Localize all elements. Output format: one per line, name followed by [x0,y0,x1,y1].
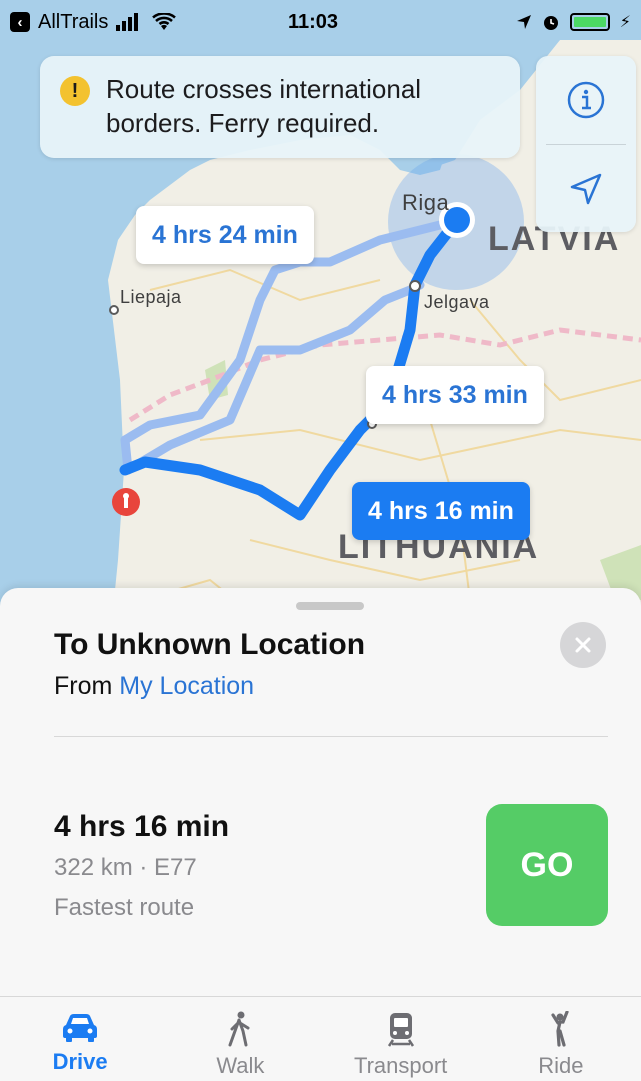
train-icon [387,1013,414,1047]
route-callout-alt-2[interactable]: 4 hrs 33 min [366,366,544,424]
status-bar: ‹ AllTrails 11:03 ⚡ [0,0,641,44]
tab-drive[interactable]: Drive [0,997,160,1081]
origin-line: From My Location [54,672,254,701]
route-note: Fastest route [54,894,195,921]
wifi-icon [152,13,177,30]
route-duration[interactable]: 4 hrs 16 min [54,810,229,844]
close-icon [575,637,591,653]
route-callout-selected[interactable]: 4 hrs 16 min [352,482,530,540]
origin-prefix: From [54,672,113,700]
exclamation-icon: ! [60,76,90,106]
transport-mode-tab-bar: Drive Walk Transport Ride [0,996,641,1081]
info-icon [567,81,605,119]
battery-icon [569,13,610,31]
destination-pin-icon [112,488,140,516]
info-button[interactable] [536,56,636,144]
destination-title: To Unknown Location [54,628,366,661]
location-arrow-icon [570,173,602,205]
tab-ride[interactable]: Ride [481,997,641,1081]
tab-transport-label: Transport [353,1053,448,1078]
map-view[interactable]: Riga Liepaja Jelgava LATVIA LITHUANIA 4 … [0,0,641,640]
tab-transport[interactable]: Transport [321,997,481,1081]
card-divider [54,736,608,737]
hail-icon [551,1011,569,1047]
close-button[interactable] [560,622,606,668]
go-button[interactable]: GO [486,804,608,926]
alert-banner: ! Route crosses international borders. F… [40,56,520,158]
city-label-riga: Riga [402,190,450,215]
alert-message: Route crosses international borders. Fer… [106,74,422,138]
back-to-app-label[interactable]: AllTrails [38,11,108,34]
tab-drive-label: Drive [52,1049,108,1074]
back-chevron-icon[interactable]: ‹ [10,12,30,32]
alarm-icon [543,16,558,30]
walk-icon [228,1011,250,1047]
charging-bolt-icon: ⚡ [619,14,631,31]
city-label-jelgava: Jelgava [424,292,490,312]
tab-walk[interactable]: Walk [160,997,320,1081]
map-controls [536,56,636,232]
locate-me-button[interactable] [536,145,636,233]
directions-card: To Unknown Location From My Location 4 h… [0,588,641,996]
car-icon [63,1014,98,1042]
tab-ride-label: Ride [538,1053,584,1078]
card-grabber[interactable] [296,602,364,610]
tab-walk-label: Walk [216,1053,265,1078]
city-label-liepaja: Liepaja [120,287,182,307]
location-services-icon [516,15,531,29]
cellular-signal-icon [116,13,139,31]
clock: 11:03 [288,10,339,33]
route-callout-alt-1[interactable]: 4 hrs 24 min [136,206,314,264]
origin-link[interactable]: My Location [119,672,254,700]
route-distance: 322 km · E77 [54,854,197,881]
